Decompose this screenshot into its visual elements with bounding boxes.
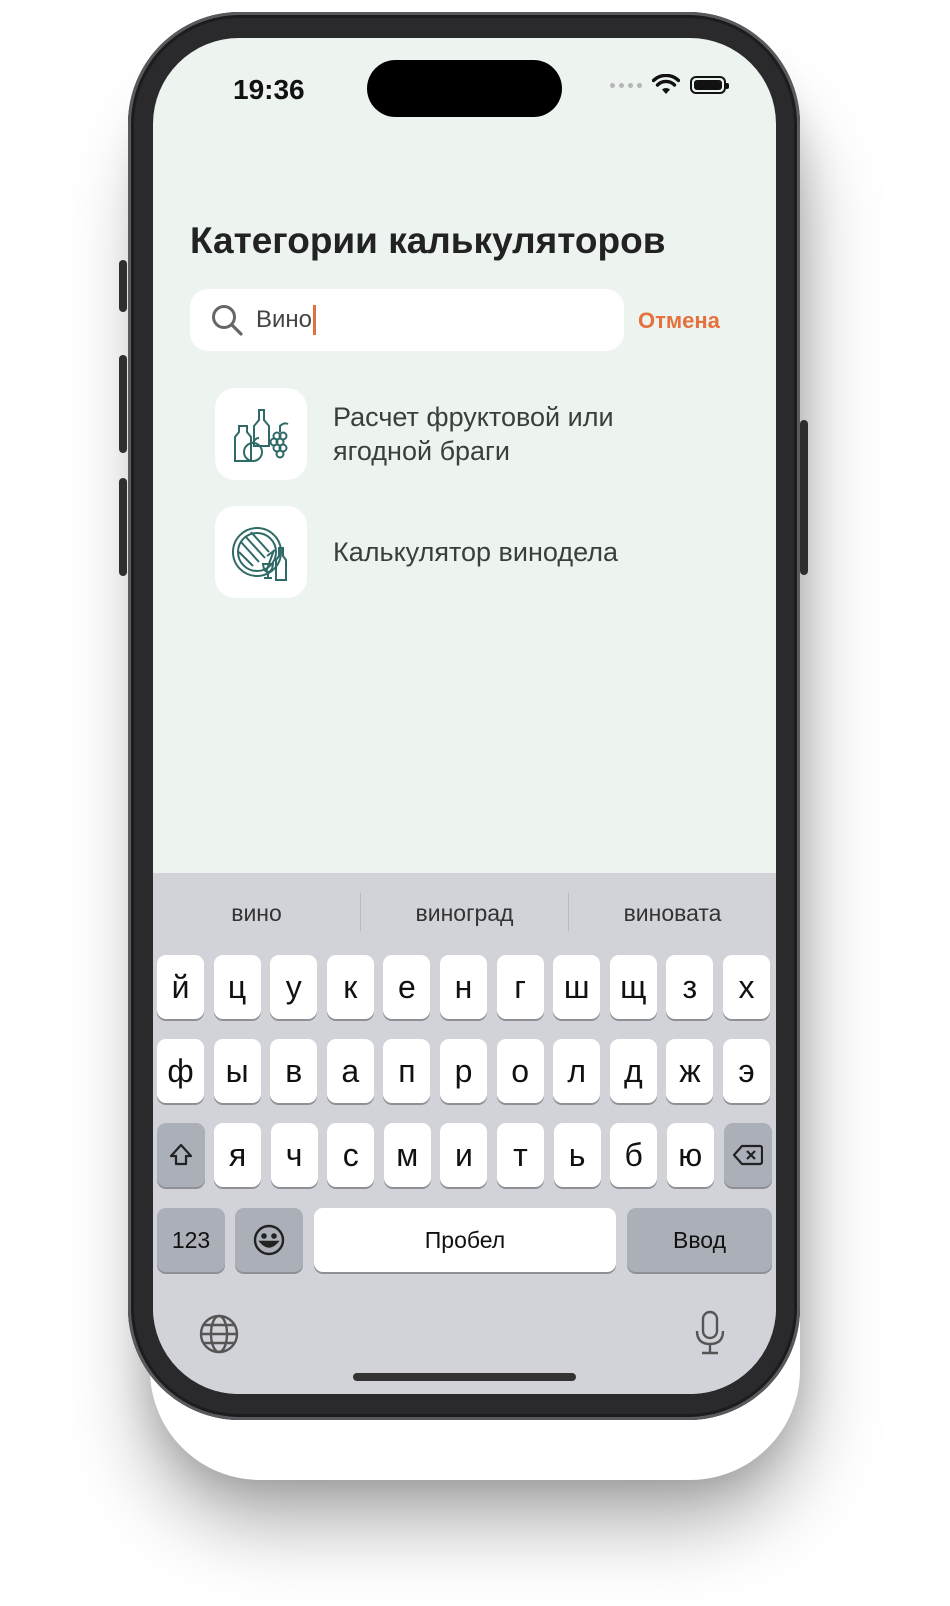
space-key[interactable]: Пробел bbox=[314, 1208, 616, 1272]
letter-key[interactable]: э bbox=[723, 1039, 770, 1103]
letter-key[interactable]: д bbox=[609, 1039, 657, 1103]
search-field[interactable]: Вино bbox=[190, 289, 624, 351]
letter-key[interactable]: ю bbox=[666, 1123, 714, 1187]
suggestion-item[interactable]: виновата bbox=[569, 900, 776, 927]
search-icon bbox=[212, 305, 243, 336]
letter-key[interactable]: ф bbox=[157, 1039, 204, 1103]
letter-key[interactable]: с bbox=[327, 1123, 375, 1187]
keyboard: вино виноград виновата йцукенгшщзх фывапр… bbox=[153, 873, 776, 1394]
letter-key[interactable]: з bbox=[666, 955, 714, 1019]
letter-key[interactable]: я bbox=[214, 1123, 261, 1187]
status-time: 19:36 bbox=[233, 74, 305, 105]
numbers-key[interactable]: 123 bbox=[157, 1208, 225, 1272]
letter-key[interactable]: ш bbox=[553, 955, 601, 1019]
letter-key[interactable]: м bbox=[383, 1123, 431, 1187]
result-item[interactable]: Расчет фруктовой или ягодной браги bbox=[215, 388, 663, 480]
screen: 19:36 Категории калькуляторов Вино Отмен… bbox=[153, 38, 776, 1394]
delete-key[interactable] bbox=[724, 1123, 772, 1187]
letter-key[interactable]: р bbox=[440, 1039, 487, 1103]
letter-key[interactable]: г bbox=[496, 955, 544, 1019]
globe-icon[interactable] bbox=[198, 1313, 240, 1355]
letter-key[interactable]: ц bbox=[213, 955, 261, 1019]
letter-key[interactable]: б bbox=[610, 1123, 658, 1187]
letter-key[interactable]: х bbox=[723, 955, 770, 1019]
letter-key[interactable]: п bbox=[383, 1039, 431, 1103]
letter-key[interactable]: ч bbox=[270, 1123, 318, 1187]
search-input-value: Вино bbox=[256, 306, 313, 333]
letter-key[interactable]: т bbox=[497, 1123, 544, 1187]
volume-up-button bbox=[119, 355, 127, 453]
result-icon-tile bbox=[215, 388, 307, 480]
winemaker-icon bbox=[232, 527, 287, 581]
letter-key[interactable]: ж bbox=[666, 1039, 714, 1103]
letter-key[interactable]: е bbox=[383, 955, 431, 1019]
page-title: Категории калькуляторов bbox=[190, 220, 666, 261]
letter-key[interactable]: л bbox=[553, 1039, 601, 1103]
power-button bbox=[800, 420, 808, 575]
home-indicator bbox=[353, 1373, 576, 1381]
volume-down-button bbox=[119, 478, 127, 576]
search-input[interactable]: Вино bbox=[256, 305, 317, 335]
backspace-icon bbox=[733, 1144, 763, 1166]
microphone-icon[interactable] bbox=[693, 1309, 727, 1357]
return-key[interactable]: Ввод bbox=[627, 1208, 772, 1272]
text-caret bbox=[313, 305, 317, 335]
shift-key[interactable] bbox=[157, 1123, 205, 1187]
battery-icon bbox=[690, 76, 729, 94]
cellular-signal-icon bbox=[610, 82, 642, 88]
letter-key[interactable]: в bbox=[270, 1039, 318, 1103]
result-label: Расчет фруктовой или ягодной браги bbox=[333, 402, 614, 466]
letter-key[interactable]: и bbox=[440, 1123, 488, 1187]
letter-key[interactable]: н bbox=[440, 955, 487, 1019]
wifi-icon bbox=[652, 74, 680, 94]
suggestion-item[interactable]: виноград bbox=[361, 900, 568, 927]
mute-switch bbox=[119, 260, 127, 312]
letter-key[interactable]: к bbox=[326, 955, 374, 1019]
result-label: Калькулятор винодела bbox=[333, 537, 618, 567]
dynamic-island bbox=[367, 60, 562, 117]
letter-key[interactable]: о bbox=[496, 1039, 544, 1103]
letter-key[interactable]: у bbox=[270, 955, 318, 1019]
cancel-button[interactable]: Отмена bbox=[638, 308, 720, 334]
letter-key[interactable]: щ bbox=[609, 955, 657, 1019]
letter-key[interactable]: а bbox=[326, 1039, 374, 1103]
emoji-icon bbox=[253, 1224, 285, 1256]
suggestion-item[interactable]: вино bbox=[153, 900, 360, 927]
result-item[interactable]: Калькулятор винодела bbox=[215, 506, 663, 598]
status-icons bbox=[610, 74, 729, 96]
fruit-wine-icon bbox=[234, 409, 289, 462]
letter-key[interactable]: ы bbox=[213, 1039, 261, 1103]
result-icon-tile bbox=[215, 506, 307, 598]
letter-key[interactable]: й bbox=[157, 955, 204, 1019]
shift-icon bbox=[169, 1143, 193, 1166]
emoji-key[interactable] bbox=[235, 1208, 303, 1272]
letter-key[interactable]: ь bbox=[553, 1123, 601, 1187]
suggestion-bar: вино виноград виновата bbox=[153, 873, 776, 951]
